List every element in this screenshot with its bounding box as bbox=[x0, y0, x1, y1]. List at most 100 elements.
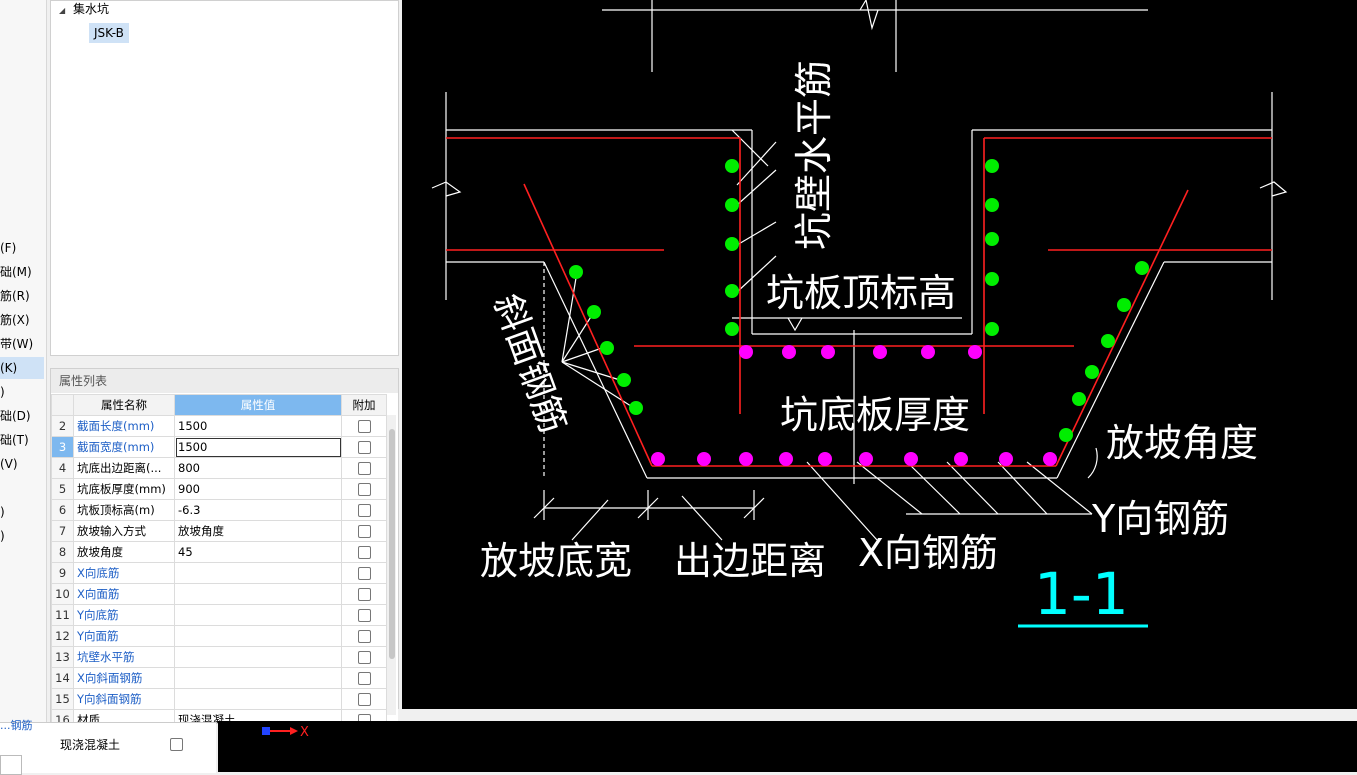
viewport-bottom[interactable]: X bbox=[218, 721, 1357, 772]
property-name: X向面筋 bbox=[73, 583, 175, 605]
extra-checkbox[interactable] bbox=[341, 646, 387, 668]
property-row[interactable]: 10 X向面筋 bbox=[51, 583, 387, 605]
property-row[interactable]: 6 坑板顶标高(m) -6.3 bbox=[51, 499, 387, 521]
row-index: 7 bbox=[51, 520, 74, 542]
checkbox[interactable] bbox=[357, 672, 371, 685]
bottom-tab[interactable] bbox=[0, 755, 22, 775]
property-value[interactable]: -6.3 bbox=[174, 499, 342, 521]
nav-item[interactable]: 筋(X) bbox=[0, 309, 44, 331]
property-value[interactable] bbox=[174, 625, 342, 647]
label-edge-distance: 出边距离 bbox=[674, 539, 826, 583]
property-name: 坑板顶标高(m) bbox=[73, 499, 175, 521]
extra-checkbox[interactable] bbox=[341, 541, 387, 563]
header-value[interactable]: 属性值 bbox=[174, 394, 342, 416]
nav-item-selected[interactable]: (K) bbox=[0, 357, 44, 379]
extra-checkbox[interactable] bbox=[341, 562, 387, 584]
checkbox[interactable] bbox=[357, 504, 371, 517]
expand-triangle-icon[interactable]: ◢ bbox=[59, 6, 65, 15]
property-value[interactable]: 45 bbox=[174, 541, 342, 563]
extra-checkbox[interactable] bbox=[341, 625, 387, 647]
property-value[interactable]: 1500 bbox=[174, 415, 342, 437]
property-row[interactable]: 13 坑壁水平筋 bbox=[51, 646, 387, 668]
property-value[interactable]: 1500 bbox=[174, 436, 342, 458]
extra-checkbox[interactable] bbox=[341, 415, 387, 437]
property-value[interactable] bbox=[174, 667, 342, 689]
property-row[interactable]: 11 Y向底筋 bbox=[51, 604, 387, 626]
checkbox[interactable] bbox=[357, 567, 371, 580]
row-index: 5 bbox=[51, 478, 74, 500]
property-name: 坑壁水平筋 bbox=[73, 646, 175, 668]
property-name: 坑底出边距离(... bbox=[73, 457, 175, 479]
property-name: Y向面筋 bbox=[73, 625, 175, 647]
checkbox[interactable] bbox=[357, 693, 371, 706]
property-row[interactable]: 7 放坡输入方式 放坡角度 bbox=[51, 520, 387, 542]
extra-checkbox[interactable] bbox=[341, 436, 387, 458]
checkbox[interactable] bbox=[357, 651, 371, 664]
property-value[interactable] bbox=[174, 562, 342, 584]
nav-item[interactable]: 础(M) bbox=[0, 261, 44, 283]
partial-row-name: ...钢筋 bbox=[0, 719, 33, 732]
checkbox[interactable] bbox=[357, 630, 371, 643]
cad-canvas[interactable]: 坑壁水平筋 坑板顶标高 斜面钢筋 坑底板厚度 放坡角度 Y向钢筋 X向钢筋 放坡… bbox=[402, 0, 1357, 709]
property-value[interactable] bbox=[174, 583, 342, 605]
checkbox[interactable] bbox=[357, 483, 371, 496]
property-row[interactable]: 3 截面宽度(mm) 1500 bbox=[51, 436, 387, 458]
extra-checkbox[interactable] bbox=[341, 667, 387, 689]
row-index: 2 bbox=[51, 415, 74, 437]
label-slab-top-elevation: 坑板顶标高 bbox=[766, 271, 956, 315]
partial-row-value: 现浇混凝土 bbox=[60, 738, 121, 752]
nav-item[interactable]: ) bbox=[0, 381, 44, 403]
lower-property-row: ...钢筋 现浇混凝土 bbox=[0, 719, 216, 775]
property-row[interactable]: 8 放坡角度 45 bbox=[51, 541, 387, 563]
extra-checkbox[interactable] bbox=[341, 499, 387, 521]
property-value[interactable]: 900 bbox=[174, 478, 342, 500]
property-row[interactable]: 12 Y向面筋 bbox=[51, 625, 387, 647]
label-x-rebar: X向钢筋 bbox=[858, 531, 998, 575]
nav-item[interactable]: 础(T) bbox=[0, 429, 44, 451]
extra-checkbox[interactable] bbox=[341, 520, 387, 542]
extra-checkbox[interactable] bbox=[341, 478, 387, 500]
checkbox[interactable] bbox=[357, 588, 371, 601]
nav-item[interactable]: 带(W) bbox=[0, 333, 44, 355]
property-value[interactable] bbox=[174, 688, 342, 710]
checkbox[interactable] bbox=[357, 525, 371, 538]
header-name[interactable]: 属性名称 bbox=[73, 394, 175, 416]
extra-checkbox[interactable] bbox=[341, 604, 387, 626]
extra-checkbox[interactable] bbox=[341, 688, 387, 710]
property-row[interactable]: 4 坑底出边距离(... 800 bbox=[51, 457, 387, 479]
header-extra[interactable]: 附加 bbox=[341, 394, 387, 416]
row-index: 13 bbox=[51, 646, 74, 668]
property-row[interactable]: 2 截面长度(mm) 1500 bbox=[51, 415, 387, 437]
row-index: 3 bbox=[51, 436, 74, 458]
partial-row-checkbox[interactable] bbox=[170, 737, 183, 751]
checkbox[interactable] bbox=[357, 462, 371, 475]
scrollbar-thumb[interactable] bbox=[389, 429, 395, 659]
checkbox[interactable] bbox=[357, 546, 371, 559]
property-name: Y向斜面钢筋 bbox=[73, 688, 175, 710]
checkbox[interactable] bbox=[357, 420, 371, 433]
nav-item[interactable]: (V) bbox=[0, 453, 44, 475]
property-row[interactable]: 9 X向底筋 bbox=[51, 562, 387, 584]
checkbox[interactable] bbox=[357, 441, 371, 454]
row-index: 4 bbox=[51, 457, 74, 479]
property-value[interactable] bbox=[174, 646, 342, 668]
tree-node-sump[interactable]: ◢ 集水坑 bbox=[59, 0, 109, 19]
property-row[interactable]: 5 坑底板厚度(mm) 900 bbox=[51, 478, 387, 500]
property-row[interactable]: 15 Y向斜面钢筋 bbox=[51, 688, 387, 710]
section-drawing: 坑壁水平筋 坑板顶标高 斜面钢筋 坑底板厚度 放坡角度 Y向钢筋 X向钢筋 放坡… bbox=[431, 0, 1288, 628]
nav-item[interactable]: (F) bbox=[0, 237, 44, 259]
extra-checkbox[interactable] bbox=[341, 457, 387, 479]
property-value[interactable] bbox=[174, 604, 342, 626]
nav-item[interactable]: ) bbox=[0, 525, 44, 547]
extra-checkbox[interactable] bbox=[341, 583, 387, 605]
property-value[interactable]: 放坡角度 bbox=[174, 520, 342, 542]
checkbox[interactable] bbox=[357, 609, 371, 622]
property-row[interactable]: 14 X向斜面钢筋 bbox=[51, 667, 387, 689]
nav-item[interactable]: 础(D) bbox=[0, 405, 44, 427]
nav-item[interactable]: 筋(R) bbox=[0, 285, 44, 307]
canvas-border bbox=[398, 709, 1357, 721]
property-name: 截面长度(mm) bbox=[73, 415, 175, 437]
property-value[interactable]: 800 bbox=[174, 457, 342, 479]
tree-leaf-selected[interactable]: JSK-B bbox=[89, 23, 129, 43]
nav-item[interactable]: ) bbox=[0, 501, 44, 523]
